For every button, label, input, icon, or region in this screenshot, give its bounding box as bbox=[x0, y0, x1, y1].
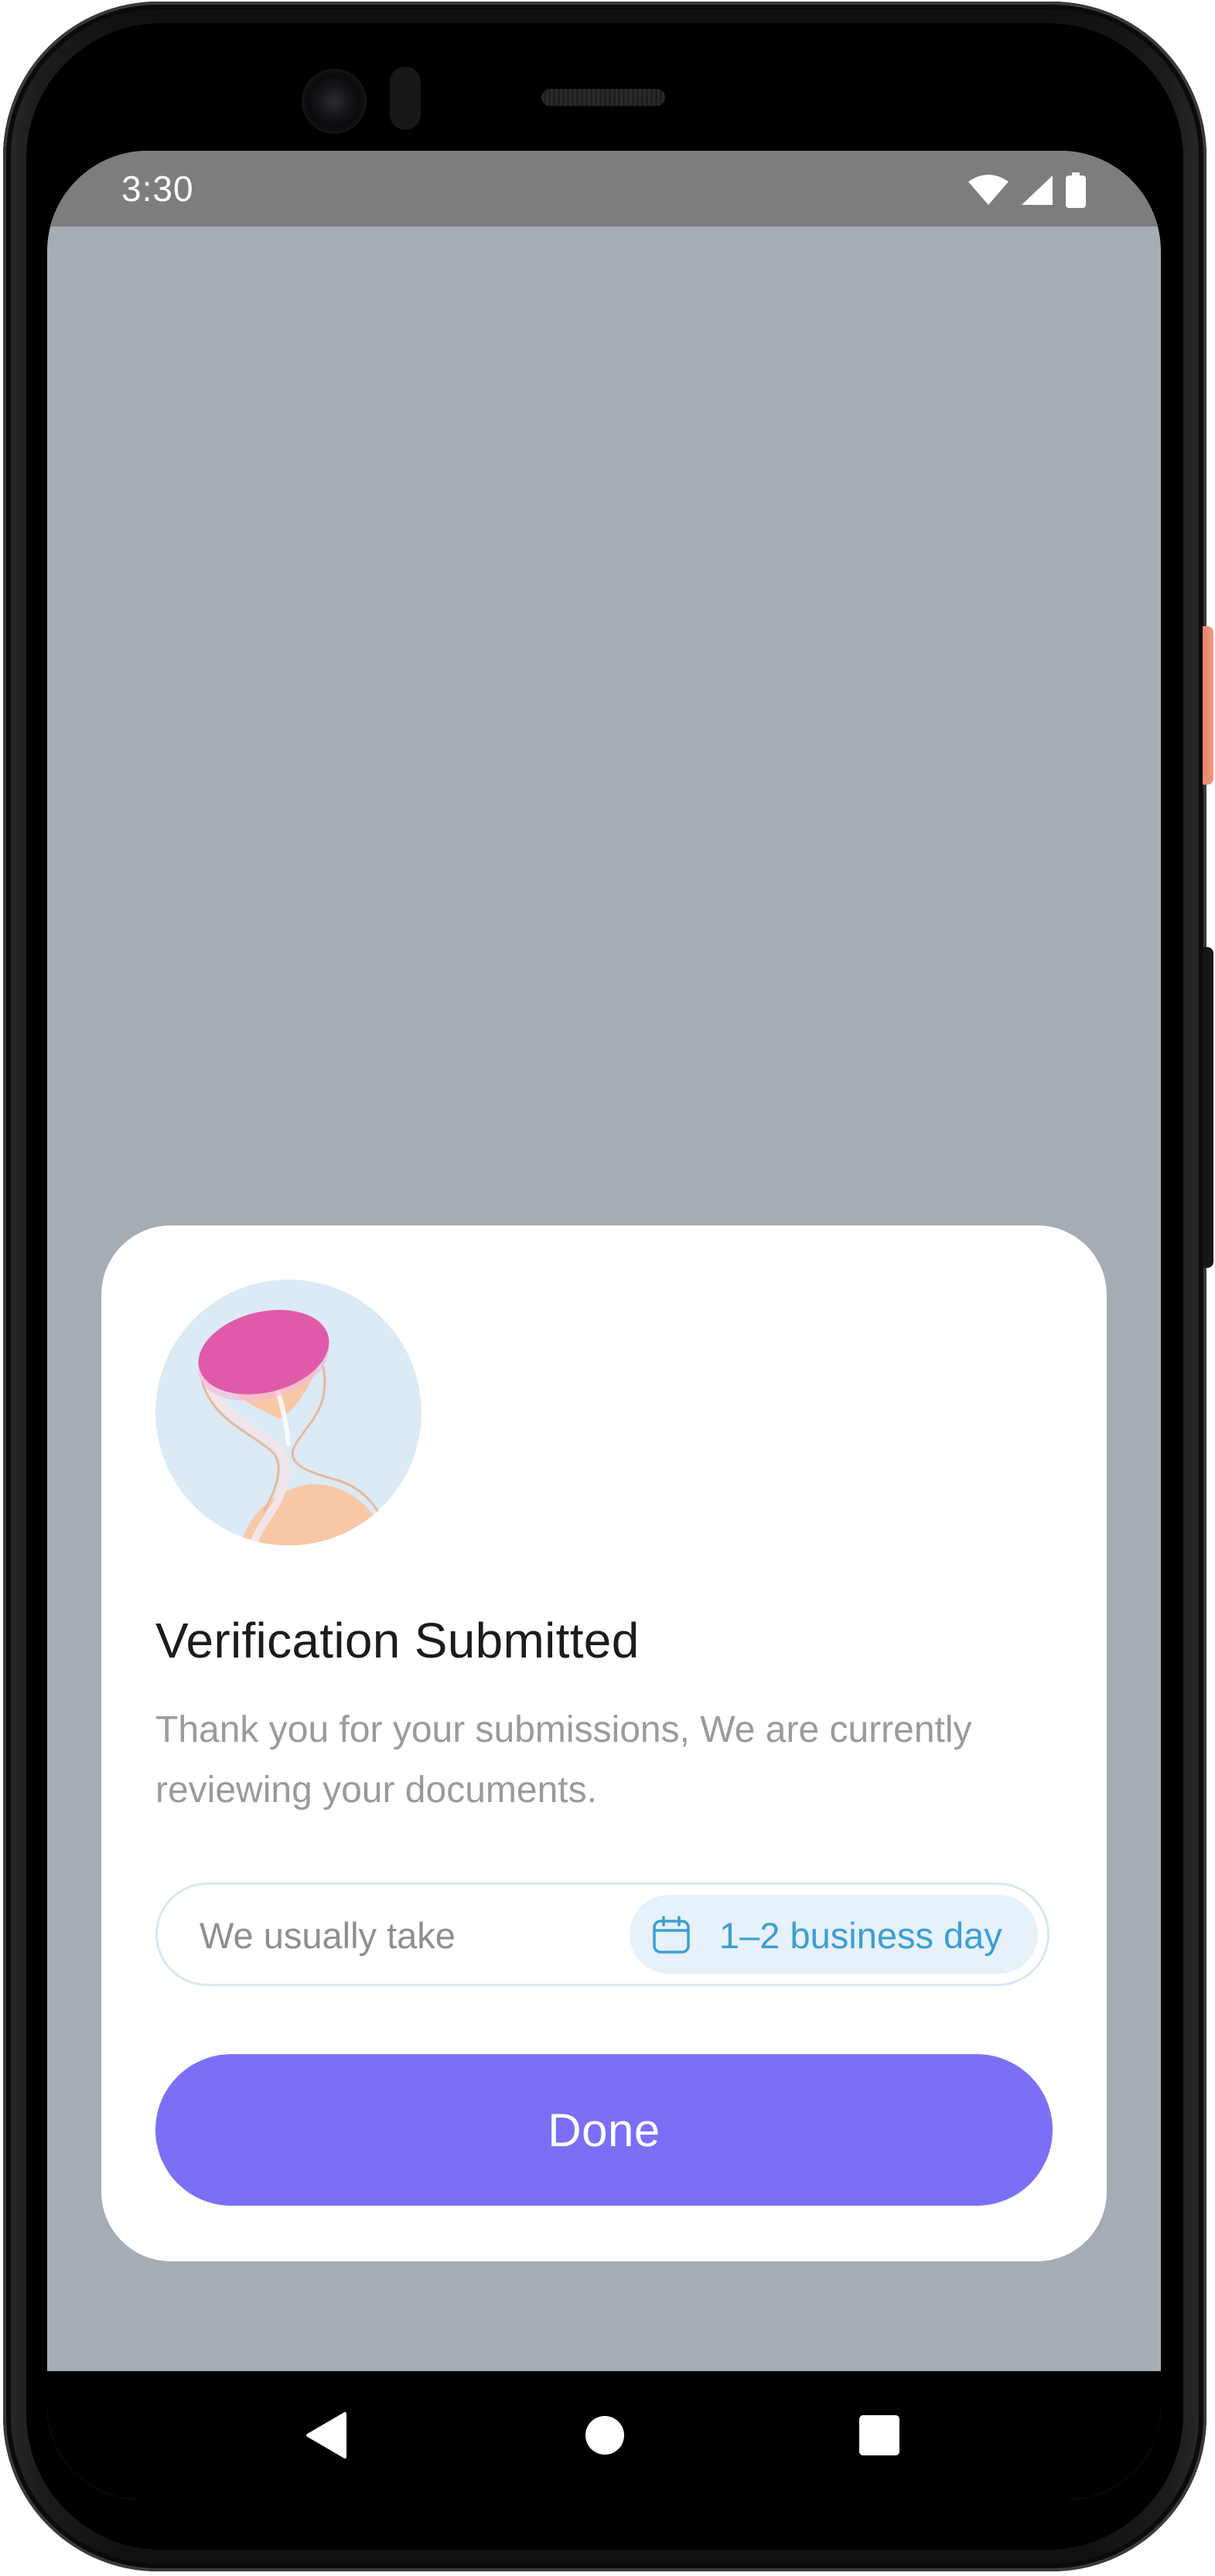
hourglass-illustration bbox=[155, 1279, 421, 1545]
review-duration-info: We usually take 1–2 business day bbox=[155, 1883, 1049, 1986]
hourglass-icon bbox=[155, 1279, 421, 1545]
navigation-bar bbox=[47, 2371, 1161, 2499]
earpiece-speaker bbox=[541, 89, 665, 106]
status-bar: 3:30 bbox=[47, 151, 1161, 227]
recents-button[interactable] bbox=[846, 2402, 913, 2469]
done-button[interactable]: Done bbox=[155, 2054, 1053, 2206]
home-button[interactable] bbox=[572, 2402, 638, 2469]
calendar-icon bbox=[653, 1916, 690, 1954]
back-icon bbox=[306, 2412, 346, 2458]
duration-badge: 1–2 business day bbox=[630, 1895, 1038, 1974]
back-button[interactable] bbox=[293, 2402, 360, 2469]
home-icon bbox=[585, 2416, 624, 2455]
cellular-signal-icon bbox=[1022, 175, 1053, 205]
duration-label: We usually take bbox=[200, 1915, 456, 1956]
sheet-message: Thank you for your submissions, We are c… bbox=[155, 1709, 972, 1811]
status-time: 3:30 bbox=[121, 169, 194, 209]
volume-button bbox=[1203, 947, 1213, 1268]
screen: 3:30 Verification Submitted Thank you fo… bbox=[47, 151, 1161, 2499]
battery-icon bbox=[1066, 172, 1086, 208]
sheet-title: Verification Submitted bbox=[155, 1613, 640, 1668]
duration-value: 1–2 business day bbox=[719, 1915, 1002, 1956]
wifi-icon bbox=[968, 175, 1009, 205]
front-camera bbox=[304, 71, 364, 131]
status-icons bbox=[968, 172, 1087, 208]
proximity-sensor bbox=[390, 66, 421, 130]
recents-icon bbox=[859, 2415, 899, 2455]
verification-sheet: Verification Submitted Thank you for you… bbox=[101, 1225, 1107, 2261]
power-button bbox=[1203, 626, 1213, 785]
